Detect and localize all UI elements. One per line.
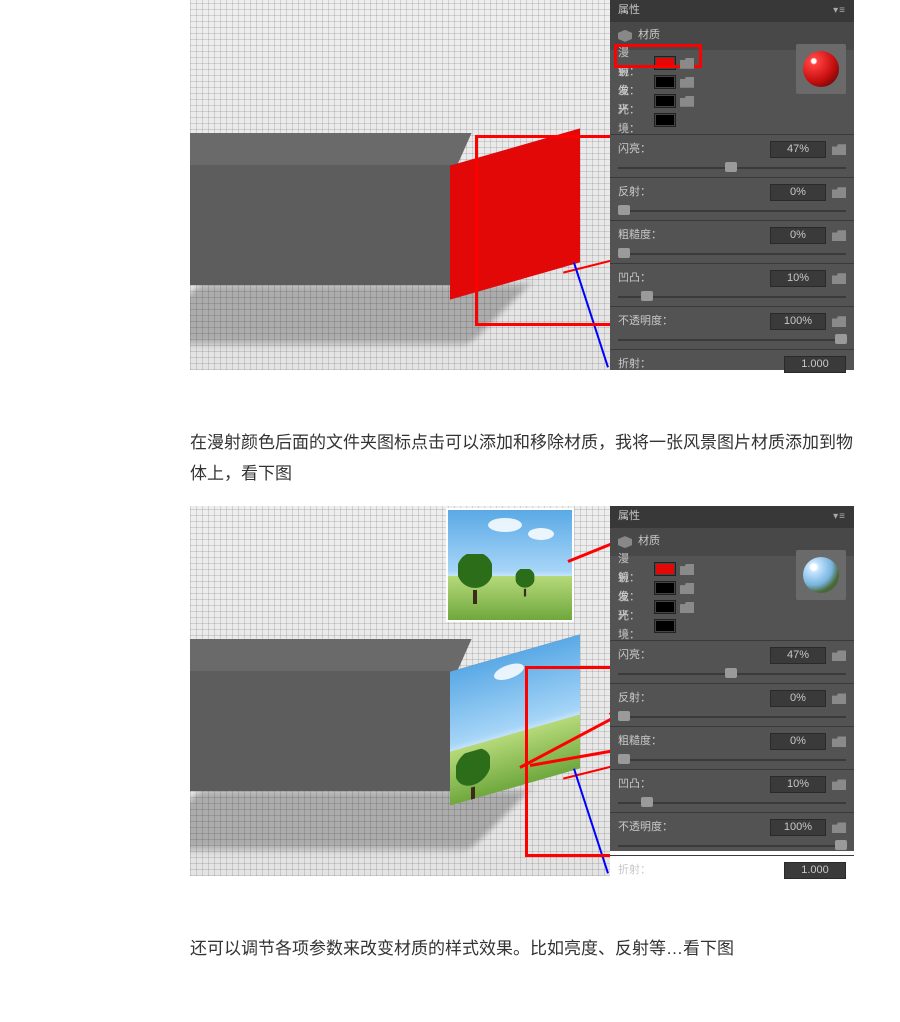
label-reflect: 反射： (618, 689, 651, 709)
value-opacity[interactable]: 100% (770, 313, 826, 330)
label-bump: 凹凸： (618, 269, 651, 289)
rough-folder-icon[interactable] (832, 736, 846, 747)
reflect-folder-icon[interactable] (832, 693, 846, 704)
material-preview[interactable] (796, 44, 846, 94)
row-opacity: 不透明度： 100% (610, 309, 854, 347)
slider-shine[interactable] (618, 667, 846, 681)
label-opacity: 不透明度： (618, 312, 673, 332)
slider-reflect[interactable] (618, 710, 846, 724)
slider-bump[interactable] (618, 796, 846, 810)
shine-folder-icon[interactable] (832, 650, 846, 661)
row-ior: 折射： 1.000 (610, 858, 854, 888)
slider-reflect[interactable] (618, 204, 846, 218)
specular-swatch[interactable] (654, 581, 676, 595)
value-reflect[interactable]: 0% (770, 184, 826, 201)
value-ior[interactable]: 1.000 (784, 356, 846, 373)
viewport-1 (190, 0, 610, 370)
label-bump: 凹凸： (618, 775, 651, 795)
opacity-folder-icon[interactable] (832, 822, 846, 833)
slider-rough[interactable] (618, 753, 846, 767)
label-shine: 闪亮： (618, 646, 651, 666)
panel-menu-icon[interactable]: ▾≡ (833, 2, 846, 20)
reflect-folder-icon[interactable] (832, 187, 846, 198)
slider-shine[interactable] (618, 161, 846, 175)
row-rough: 粗糙度： 0% (610, 223, 854, 261)
diffuse-swatch[interactable] (654, 562, 676, 576)
row-opacity: 不透明度： 100% (610, 815, 854, 853)
specular-folder-icon[interactable] (680, 583, 694, 594)
row-rough: 粗糙度： 0% (610, 729, 854, 767)
env-swatch[interactable] (654, 619, 676, 633)
label-env: 环境： (618, 101, 650, 141)
slider-opacity[interactable] (618, 839, 846, 853)
row-shine: 闪亮： 47% (610, 643, 854, 681)
rough-folder-icon[interactable] (832, 230, 846, 241)
row-glow: 发光： (618, 92, 846, 111)
viewport-2 (190, 506, 610, 876)
diffuse-folder-icon[interactable] (680, 58, 694, 69)
glow-swatch[interactable] (654, 94, 676, 108)
glow-swatch[interactable] (654, 600, 676, 614)
specular-folder-icon[interactable] (680, 77, 694, 88)
value-bump[interactable]: 10% (770, 270, 826, 287)
slider-bump[interactable] (618, 290, 846, 304)
label-reflect: 反射： (618, 183, 651, 203)
row-shine: 闪亮： 47% (610, 137, 854, 175)
diffuse-folder-icon[interactable] (680, 564, 694, 575)
label-shine: 闪亮： (618, 140, 651, 160)
bump-folder-icon[interactable] (832, 779, 846, 790)
label-rough: 粗糙度： (618, 732, 662, 752)
material-preview[interactable] (796, 550, 846, 600)
label-ior: 折射： (618, 355, 651, 375)
value-shine[interactable]: 47% (770, 647, 826, 664)
material-tab-icon (618, 536, 632, 548)
paragraph-2: 还可以调节各项参数来改变材质的样式效果。比如亮度、反射等…看下图 (190, 906, 860, 965)
row-env: 环境： (618, 111, 846, 130)
specular-swatch[interactable] (654, 75, 676, 89)
properties-panel-1: 属性 ▾≡ 材质 漫射： 镜像： (610, 0, 854, 370)
row-env: 环境： (618, 617, 846, 636)
row-reflect: 反射： 0% (610, 686, 854, 724)
value-reflect[interactable]: 0% (770, 690, 826, 707)
slider-rough[interactable] (618, 247, 846, 261)
properties-panel-2: 属性 ▾≡ 材质 漫射： 镜像： 发光： (610, 506, 854, 851)
panel-menu-icon[interactable]: ▾≡ (833, 508, 846, 526)
value-shine[interactable]: 47% (770, 141, 826, 158)
opacity-folder-icon[interactable] (832, 316, 846, 327)
diffuse-swatch[interactable] (654, 56, 676, 70)
paragraph-1: 在漫射颜色后面的文件夹图标点击可以添加和移除材质，我将一张风景图片材质添加到物体… (190, 400, 860, 489)
value-rough[interactable]: 0% (770, 227, 826, 244)
row-bump: 凹凸： 10% (610, 772, 854, 810)
glow-folder-icon[interactable] (680, 96, 694, 107)
shine-folder-icon[interactable] (832, 144, 846, 155)
bump-folder-icon[interactable] (832, 273, 846, 284)
label-rough: 粗糙度： (618, 226, 662, 246)
material-tab-icon (618, 30, 632, 42)
value-opacity[interactable]: 100% (770, 819, 826, 836)
value-rough[interactable]: 0% (770, 733, 826, 750)
row-glow: 发光： (618, 598, 846, 617)
row-ior: 折射： 1.000 (610, 352, 854, 382)
value-ior[interactable]: 1.000 (784, 862, 846, 879)
row-bump: 凹凸： 10% (610, 266, 854, 304)
highlight-box-face (475, 135, 610, 326)
row-reflect: 反射： 0% (610, 180, 854, 218)
env-swatch[interactable] (654, 113, 676, 127)
slider-opacity[interactable] (618, 333, 846, 347)
panel-title: 属性 (618, 1, 640, 21)
label-opacity: 不透明度： (618, 818, 673, 838)
panel-title: 属性 (618, 507, 640, 527)
label-env: 环境： (618, 607, 650, 647)
label-ior: 折射： (618, 861, 651, 881)
value-bump[interactable]: 10% (770, 776, 826, 793)
texture-thumbnail (446, 508, 574, 622)
glow-folder-icon[interactable] (680, 602, 694, 613)
